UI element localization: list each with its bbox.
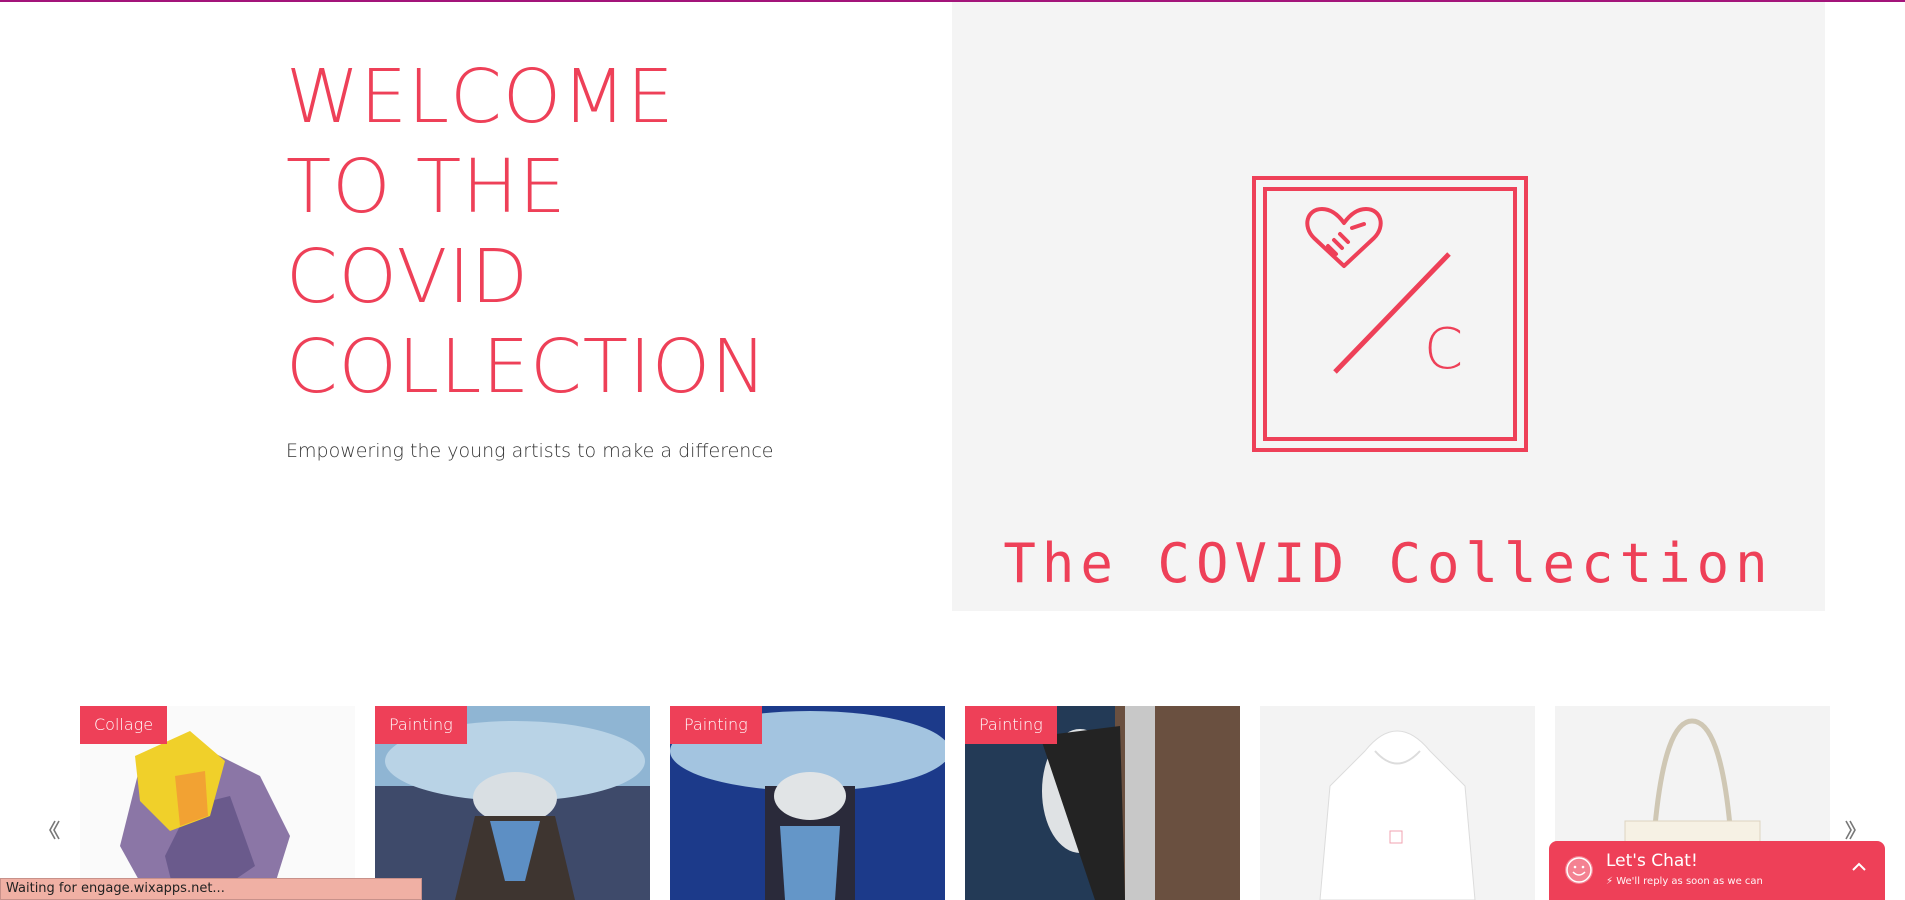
gallery-prev-arrow[interactable] [46, 818, 60, 848]
category-tag: Painting [375, 706, 467, 744]
hoodie-product-image [1260, 706, 1535, 900]
gallery-card-painting[interactable]: Painting [965, 706, 1240, 900]
category-tag: Collage [80, 706, 168, 744]
hero-subtitle: Empowering the young artists to make a d… [286, 440, 774, 462]
hero-title-line: TO THE [286, 144, 567, 230]
chevron-left-icon [49, 820, 60, 840]
chevron-up-icon[interactable] [1851, 857, 1867, 876]
covid-collection-logo: C [1252, 176, 1528, 452]
chat-widget[interactable]: Let's Chat! ⚡ We'll reply as soon as we … [1549, 841, 1885, 900]
logo-caption: The COVID Collection [1003, 532, 1774, 595]
lightning-icon: ⚡ [1606, 876, 1614, 887]
chat-subtitle: ⚡ We'll reply as soon as we can [1606, 876, 1763, 887]
chat-title: Let's Chat! [1606, 851, 1698, 871]
browser-status-bar: Waiting for engage.wixapps.net... [0, 878, 422, 900]
logo-letter: C [1424, 317, 1463, 382]
heart-handshake-icon [1305, 207, 1383, 268]
chevron-right-icon [1845, 820, 1856, 840]
category-tag: Painting [670, 706, 762, 744]
gallery-card-collage[interactable]: Collage [80, 706, 355, 900]
gallery-card-painting[interactable]: Painting [375, 706, 650, 900]
chat-subtitle-text: We'll reply as soon as we can [1616, 876, 1763, 887]
category-tag: Painting [965, 706, 1057, 744]
logo-panel: C The COVID Collection [952, 2, 1825, 611]
gallery-card-hoodie[interactable] [1260, 706, 1535, 900]
hero-title-line: COVID [286, 234, 530, 320]
gallery-card-painting[interactable]: Painting [670, 706, 945, 900]
hero-title-line: WELCOME [286, 54, 675, 140]
smiley-icon [1565, 856, 1593, 884]
hero-title-line: COLLECTION [286, 324, 768, 410]
hero-title: WELCOME TO THE COVID COLLECTION [286, 52, 767, 412]
